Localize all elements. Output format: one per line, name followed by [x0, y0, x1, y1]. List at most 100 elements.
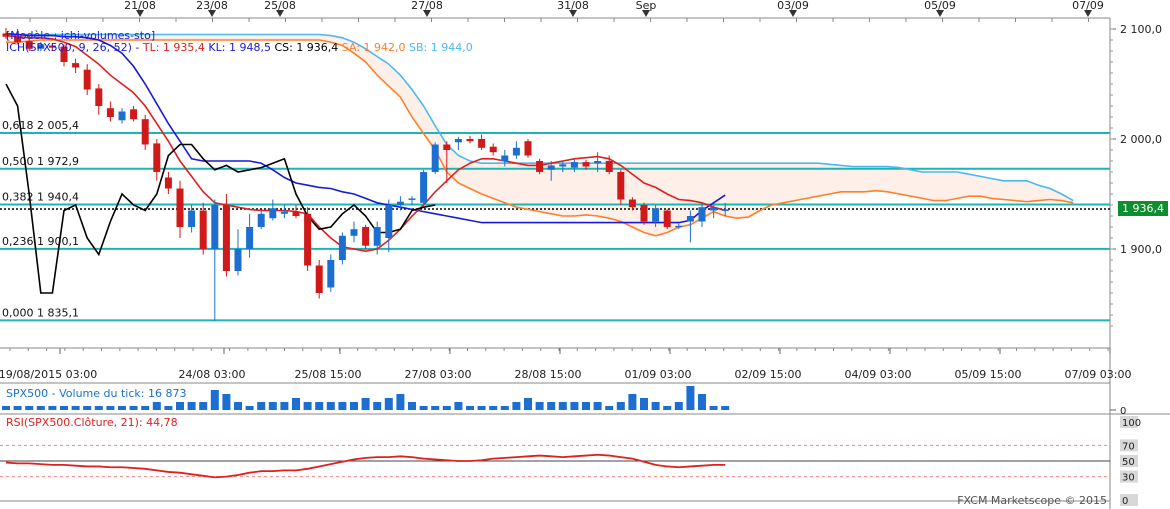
candle-body	[547, 165, 555, 170]
volume-bar	[129, 406, 138, 410]
fib-label: 0,236 1 900,1	[2, 235, 79, 248]
volume-bar	[118, 406, 126, 410]
legend-entry: SA: 1 942,0	[338, 41, 405, 54]
candle-body	[570, 162, 578, 168]
watermark: FXCM Marketscope © 2015	[957, 494, 1107, 507]
candle-body	[72, 63, 80, 68]
price-tick-label: 1 900,0	[1120, 243, 1162, 256]
top-tick-label: Sep	[636, 0, 657, 12]
volume-bar	[152, 402, 161, 410]
volume-bar	[94, 406, 103, 410]
volume-bar	[442, 406, 451, 410]
volume-bar	[709, 406, 718, 410]
candle-body	[582, 162, 590, 167]
chikou-span-line	[5, 83, 436, 294]
volume-bar	[361, 398, 370, 410]
candle-body	[141, 119, 149, 145]
volume-bar	[373, 402, 382, 410]
bottom-tick-label: 25/08 15:00	[295, 368, 362, 381]
volume-bar	[48, 406, 57, 410]
bottom-tick-label: 07/09 03:00	[1065, 368, 1132, 381]
candle-body	[315, 265, 323, 293]
rsi-title: RSI(SPX500.Clôture, 21): 44,78	[6, 416, 178, 429]
candle-body	[524, 141, 532, 156]
candle-body	[536, 161, 544, 172]
volume-bar	[721, 406, 730, 410]
candle-body	[698, 207, 706, 222]
trading-chart[interactable]: 21/08 23/08 25/08 27/08 31/08 Sep 03/09 05/09 07…	[0, 0, 1170, 509]
candle-body	[385, 205, 393, 238]
candle-body	[95, 88, 103, 106]
rsi-line	[5, 453, 726, 479]
volume-bar	[83, 406, 92, 410]
candle-body	[211, 205, 219, 249]
top-tick-label: 27/08	[411, 0, 443, 12]
candle-body	[396, 201, 404, 205]
volume-bar	[616, 402, 625, 410]
price-tick-label: 2 000,0	[1120, 133, 1162, 146]
volume-bar	[570, 402, 579, 410]
volume-bar	[477, 406, 486, 410]
volume-bar	[431, 406, 440, 410]
volume-bar	[640, 398, 648, 410]
volume-bar	[419, 406, 428, 410]
current-price-label: 1 936,4	[1122, 202, 1164, 215]
cloud-area	[6, 34, 1074, 236]
volume-bar	[663, 406, 672, 410]
legend-entry: SB: 1 944,0	[406, 41, 473, 54]
volume-bar	[628, 394, 637, 410]
candle-body	[443, 144, 451, 150]
candle-body	[408, 198, 416, 200]
volume-bar	[535, 402, 544, 410]
candle-body	[686, 216, 694, 222]
candle-body	[176, 188, 184, 227]
axis-layer: 21/08 23/08 25/08 27/08 31/08 Sep 03/09 05/09 07…	[0, 0, 1170, 509]
fib-label: 0,382 1 940,4	[2, 191, 79, 204]
top-tick-label: 25/08	[264, 0, 296, 12]
candle-body	[710, 207, 718, 211]
rsi-tick-label: 70	[1122, 441, 1135, 452]
volume-bar	[698, 394, 706, 410]
volume-bar	[222, 394, 231, 410]
volume-zero-label: 0	[1120, 406, 1126, 417]
candle-body	[280, 211, 288, 214]
volume-bar	[60, 406, 68, 410]
candle-body	[257, 213, 265, 227]
candle-body	[234, 249, 242, 271]
bottom-tick-label: 01/09 03:00	[625, 368, 692, 381]
bottom-tick-label: 28/08 15:00	[515, 368, 582, 381]
volume-bar	[187, 402, 196, 410]
bottom-tick-label: 04/09 03:00	[845, 368, 912, 381]
volume-bar	[489, 406, 498, 410]
volume-bar	[176, 402, 184, 410]
candle-body	[431, 144, 439, 172]
volume-bar	[245, 406, 254, 410]
volume-bar	[338, 402, 347, 410]
candle-body	[512, 147, 520, 156]
volume-bar	[71, 406, 80, 410]
volume-bar	[605, 406, 614, 410]
candle-body	[362, 227, 370, 246]
rsi-tick-label: 30	[1122, 473, 1135, 484]
volume-bar	[651, 402, 660, 410]
fib-label: 0,000 1 835,1	[2, 306, 79, 319]
candle-body	[269, 208, 277, 219]
volume-bar	[25, 406, 34, 410]
candle-body	[222, 205, 230, 271]
candle-body	[304, 213, 312, 266]
volume-bar	[674, 402, 683, 410]
fib-label: 0,500 1 972,9	[2, 155, 79, 168]
volume-bar	[558, 402, 567, 410]
candle-body	[106, 108, 114, 117]
volume-bar	[234, 402, 242, 410]
volume-bar	[350, 402, 358, 410]
candle-body	[559, 164, 567, 167]
candle-body	[454, 139, 462, 143]
bottom-tick-label: 27/08 03:00	[405, 368, 472, 381]
rsi-tick-label: 50	[1122, 457, 1135, 468]
volume-bar	[512, 402, 521, 410]
volume-bar	[106, 406, 115, 410]
bottom-tick-label: 02/09 15:00	[735, 368, 802, 381]
top-tick-label: 05/09	[924, 0, 956, 12]
candle-body	[246, 227, 254, 249]
